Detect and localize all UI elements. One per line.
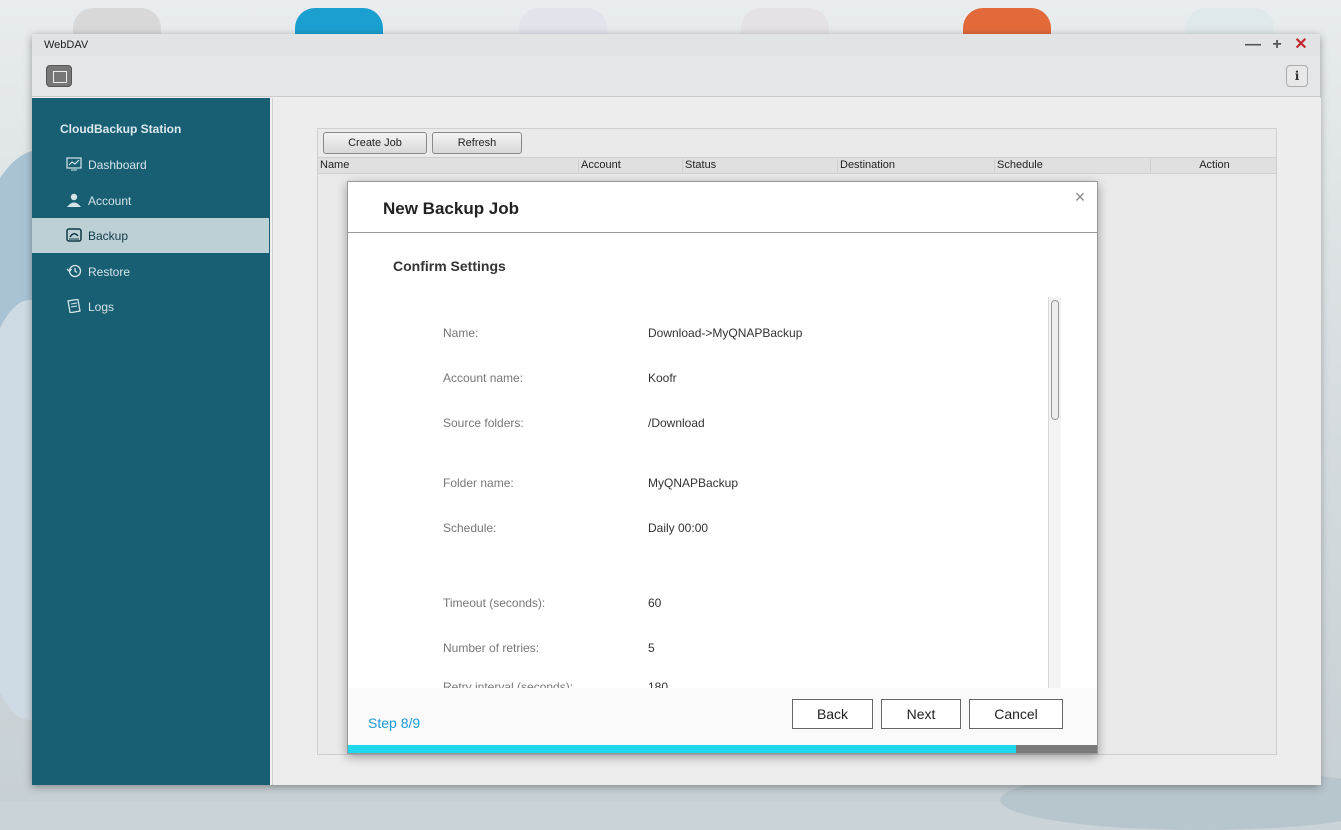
- section-title: Confirm Settings: [393, 258, 506, 274]
- next-button[interactable]: Next: [881, 699, 961, 729]
- maximize-icon[interactable]: +: [1268, 36, 1286, 54]
- sidebar-item-dashboard[interactable]: Dashboard: [32, 147, 269, 182]
- vertical-scrollbar[interactable]: [1048, 297, 1061, 688]
- setting-label: Source folders:: [443, 416, 524, 430]
- step-indicator: Step 8/9: [368, 715, 421, 731]
- column-header-status[interactable]: Status: [682, 159, 837, 172]
- logs-icon: [67, 299, 81, 313]
- job-table-header: Name Account Status Destination Schedule…: [318, 157, 1276, 174]
- setting-value: Koofr: [648, 371, 677, 385]
- scrollbar-thumb[interactable]: [1051, 300, 1059, 420]
- setting-value: /Download: [648, 416, 705, 430]
- column-header-action[interactable]: Action: [1150, 159, 1276, 172]
- minimize-icon[interactable]: —: [1244, 36, 1262, 54]
- column-header-name[interactable]: Name: [318, 159, 578, 172]
- window-toolbar: i: [32, 56, 1320, 97]
- setting-value: 60: [648, 596, 662, 610]
- app-title: CloudBackup Station: [60, 122, 182, 136]
- setting-value: Download->MyQNAPBackup: [648, 326, 803, 340]
- wizard-progress-bar: [348, 745, 1097, 753]
- setting-label: Timeout (seconds):: [443, 596, 546, 610]
- restore-icon: [66, 264, 82, 278]
- progress-fill: [348, 745, 1016, 753]
- back-button[interactable]: Back: [792, 699, 873, 729]
- setting-label: Account name:: [443, 371, 524, 385]
- close-icon[interactable]: ✕: [1292, 36, 1310, 54]
- setting-label: Schedule:: [443, 521, 497, 535]
- window-title: WebDAV: [44, 39, 89, 51]
- setting-label: Number of retries:: [443, 641, 540, 655]
- create-job-button[interactable]: Create Job: [323, 132, 427, 154]
- sidebar-item-account[interactable]: Account: [32, 183, 269, 218]
- column-header-destination[interactable]: Destination: [837, 159, 994, 172]
- sidebar-item-label: Restore: [88, 265, 131, 279]
- sidebar: CloudBackup Station Dashboard Account Ba…: [32, 98, 270, 785]
- info-icon[interactable]: i: [1286, 65, 1308, 87]
- sidebar-item-label: Dashboard: [88, 158, 147, 172]
- dialog-header: New Backup Job ×: [348, 182, 1097, 233]
- sidebar-item-label: Logs: [88, 300, 115, 314]
- setting-label: Name:: [443, 326, 479, 340]
- close-icon[interactable]: ×: [1071, 188, 1089, 206]
- toggle-sidebar-button[interactable]: [46, 65, 72, 87]
- sidebar-item-label: Account: [88, 194, 132, 208]
- setting-label: Folder name:: [443, 476, 514, 490]
- dialog-footer: Step 8/9 Back Next Cancel: [348, 688, 1097, 745]
- setting-value: Daily 00:00: [648, 521, 709, 535]
- column-header-account[interactable]: Account: [578, 159, 682, 172]
- new-backup-job-dialog: New Backup Job × Confirm Settings Name: …: [347, 181, 1098, 754]
- setting-value: 5: [648, 641, 655, 655]
- sidebar-item-backup[interactable]: Backup: [32, 218, 269, 253]
- setting-value: 180: [648, 680, 669, 688]
- cancel-button[interactable]: Cancel: [969, 699, 1063, 729]
- dashboard-icon: [66, 157, 82, 171]
- sidebar-item-label: Backup: [88, 229, 129, 243]
- account-icon: [67, 193, 81, 207]
- window-titlebar: WebDAV — + ✕: [32, 34, 1320, 56]
- setting-label: Retry interval (seconds):: [443, 680, 574, 688]
- settings-summary[interactable]: Name: Download->MyQNAPBackup Account nam…: [348, 297, 1097, 688]
- refresh-button[interactable]: Refresh: [432, 132, 522, 154]
- column-header-schedule[interactable]: Schedule: [994, 159, 1150, 172]
- dialog-title: New Backup Job: [383, 199, 520, 218]
- sidebar-item-restore[interactable]: Restore: [32, 254, 269, 289]
- sidebar-item-logs[interactable]: Logs: [32, 289, 269, 324]
- backup-icon: [66, 228, 82, 242]
- setting-value: MyQNAPBackup: [648, 476, 739, 490]
